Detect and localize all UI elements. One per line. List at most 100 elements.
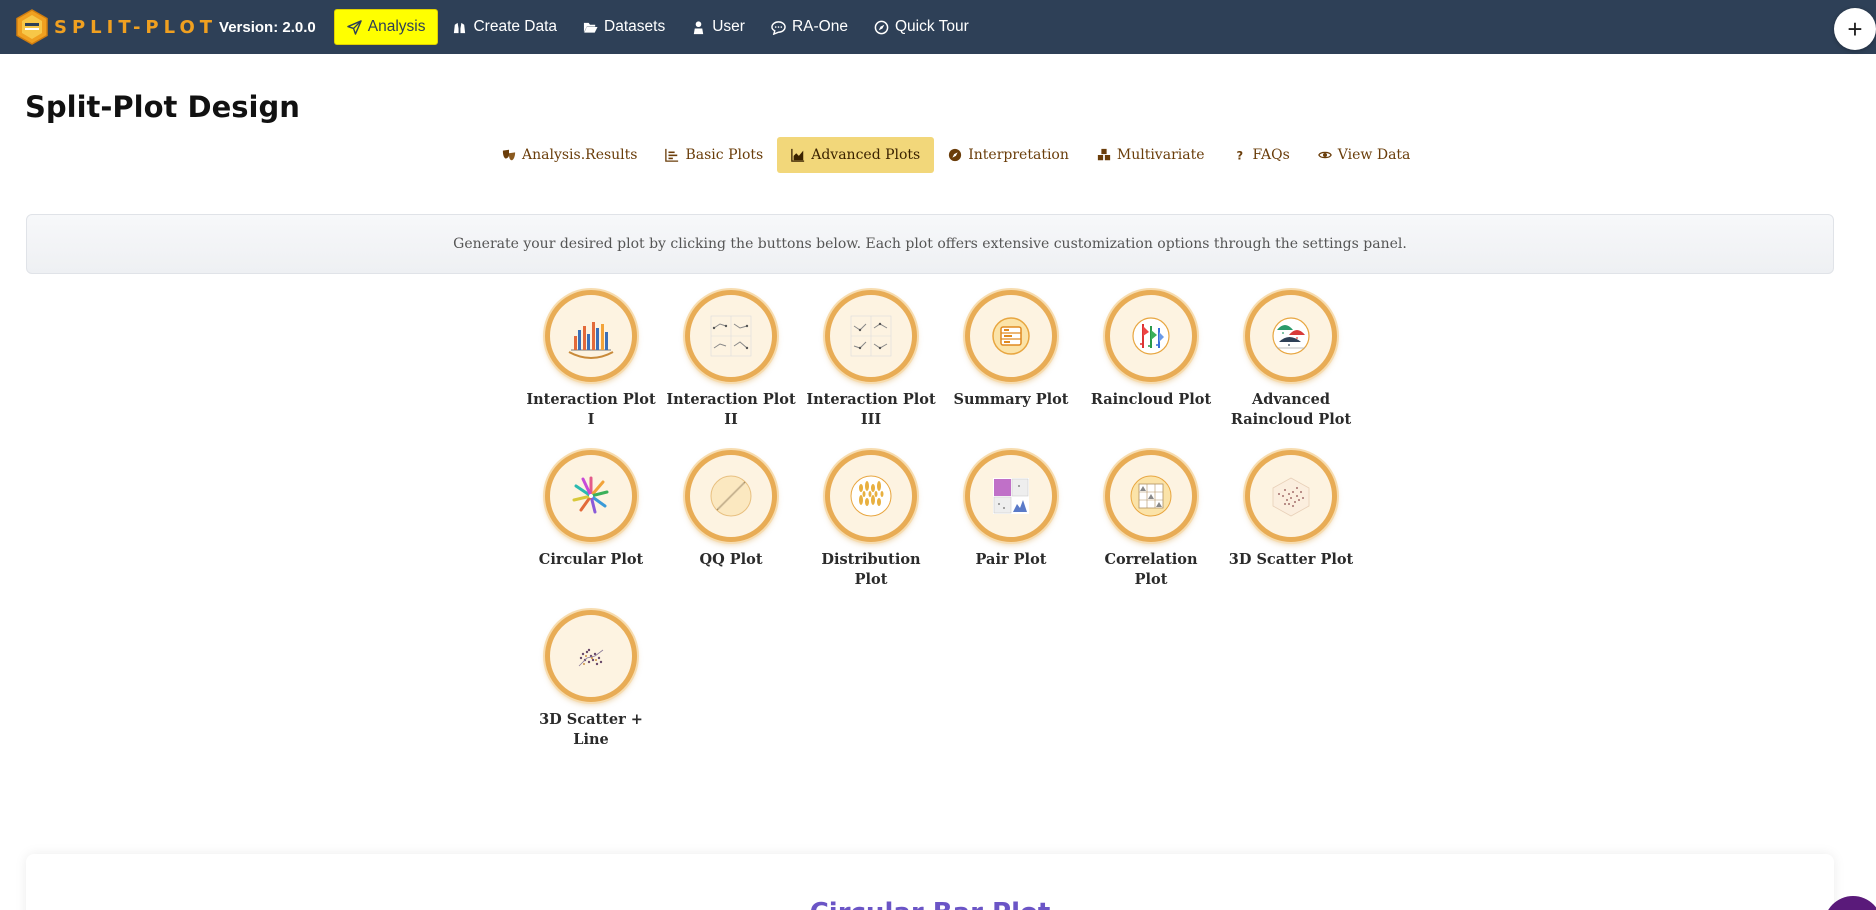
- send-icon: [346, 19, 362, 35]
- tab-interpretation[interactable]: Interpretation: [934, 137, 1083, 173]
- nav-quick-tour-label: Quick Tour: [894, 18, 969, 35]
- chat-icon: [771, 20, 786, 35]
- plot-label: Summary Plot: [953, 391, 1069, 408]
- tab-faqs[interactable]: ? FAQs: [1219, 137, 1304, 173]
- plot-button-advanced-raincloud[interactable]: Advanced Raincloud Plot: [1221, 290, 1361, 442]
- tab-interpretation-label: Interpretation: [968, 147, 1069, 163]
- add-button[interactable]: +: [1834, 8, 1876, 50]
- nav-create-data-label: Create Data: [473, 18, 558, 35]
- tab-basic-plots[interactable]: Basic Plots: [651, 137, 777, 173]
- tab-multivariate-label: Multivariate: [1116, 147, 1205, 163]
- plot-label: Distribution Plot: [821, 551, 921, 588]
- svg-text:?: ?: [1236, 148, 1243, 162]
- nav-analysis-label: Analysis: [367, 18, 426, 35]
- qq-line-icon: [710, 475, 752, 517]
- cubes-icon: [1097, 148, 1110, 161]
- pair-grid-icon: [993, 478, 1029, 514]
- area-chart-icon: [791, 148, 805, 162]
- logo-text: SPLIT-PLOT: [54, 16, 218, 38]
- interaction-bars-icon: [568, 322, 614, 359]
- plot-thumb: [545, 290, 637, 382]
- compass-icon: [949, 148, 962, 162]
- folder-open-icon: [583, 22, 598, 33]
- plot-button-3d-scatter-line[interactable]: 3D Scatter + Line: [521, 610, 661, 762]
- scatter-line-3d-icon: [578, 648, 604, 667]
- summary-table-icon: [992, 317, 1030, 355]
- version-label: Version: 2.0.0: [219, 18, 316, 36]
- circular-bars-icon: [572, 476, 609, 514]
- tab-analysis-results-label: Analysis.Results: [522, 147, 638, 163]
- nav-create-data[interactable]: Create Data: [440, 10, 569, 44]
- page-title: Split-Plot Design: [25, 90, 300, 124]
- app-logo[interactable]: SPLIT-PLOT: [14, 9, 217, 45]
- plot-button-qq[interactable]: QQ Plot: [661, 450, 801, 602]
- question-icon: ?: [1236, 148, 1243, 162]
- plot-button-raincloud[interactable]: Raincloud Plot: [1081, 290, 1221, 442]
- plot-thumb: [545, 610, 637, 702]
- plot-label: Pair Plot: [975, 551, 1047, 568]
- tab-analysis-results[interactable]: Analysis.Results: [488, 137, 651, 173]
- plot-thumb: [1245, 450, 1337, 542]
- plot-button-interaction-3[interactable]: Interaction Plot III: [801, 290, 941, 442]
- nav-user-label: User: [712, 18, 745, 35]
- distribution-icon: [850, 475, 892, 517]
- plot-button-distribution[interactable]: Distribution Plot: [801, 450, 941, 602]
- nav-datasets[interactable]: Datasets: [571, 10, 677, 44]
- plot-button-correlation[interactable]: Correlation Plot: [1081, 450, 1221, 602]
- plot-label: Advanced Raincloud Plot: [1230, 391, 1352, 428]
- tab-basic-plots-label: Basic Plots: [685, 147, 764, 163]
- plot-button-circular[interactable]: Circular Plot: [521, 450, 661, 602]
- plot-button-3d-scatter[interactable]: 3D Scatter Plot: [1221, 450, 1361, 602]
- plot-thumb: [825, 450, 917, 542]
- logo-hex-icon: [16, 9, 48, 45]
- plot-thumb: [1245, 290, 1337, 382]
- interaction-lines-icon: [710, 315, 752, 357]
- plot-label: Raincloud Plot: [1090, 391, 1212, 408]
- user-icon: [694, 20, 704, 34]
- tab-faqs-label: FAQs: [1252, 147, 1290, 163]
- plot-thumb: [965, 450, 1057, 542]
- plot-label: Interaction Plot II: [666, 391, 796, 428]
- plot-button-grid: Interaction Plot I Interaction Plot II I: [521, 290, 1361, 762]
- tab-multivariate[interactable]: Multivariate: [1083, 137, 1219, 173]
- plot-label: Interaction Plot I: [526, 391, 656, 428]
- nav-datasets-label: Datasets: [604, 18, 666, 35]
- plot-label: 3D Scatter + Line: [539, 711, 643, 748]
- plot-thumb: [1105, 450, 1197, 542]
- scatter-3d-icon: [1272, 477, 1310, 517]
- plot-thumb: [685, 290, 777, 382]
- info-text: Generate your desired plot by clicking t…: [453, 236, 1407, 252]
- raincloud-icon: [1132, 317, 1170, 355]
- plot-button-summary[interactable]: Summary Plot: [941, 290, 1081, 442]
- plot-label: Interaction Plot III: [806, 391, 936, 428]
- plot-button-interaction-1[interactable]: Interaction Plot I: [521, 290, 661, 442]
- navbar: SPLIT-PLOT Version: 2.0.0 Analysis Creat…: [0, 0, 1876, 54]
- compass-icon: [874, 20, 889, 34]
- nav-ra-one-label: RA-One: [791, 18, 848, 35]
- nav-ra-one[interactable]: RA-One: [759, 10, 860, 44]
- plot-button-pair[interactable]: Pair Plot: [941, 450, 1081, 602]
- plot-button-interaction-2[interactable]: Interaction Plot II: [661, 290, 801, 442]
- plot-thumb: [685, 450, 777, 542]
- nav-analysis[interactable]: Analysis: [333, 9, 439, 45]
- tab-view-data[interactable]: View Data: [1304, 137, 1425, 173]
- info-banner: Generate your desired plot by clicking t…: [26, 214, 1834, 274]
- tab-advanced-plots[interactable]: Advanced Plots: [777, 137, 935, 173]
- plot-thumb: [1105, 290, 1197, 382]
- correlation-grid-icon: [1130, 475, 1172, 517]
- masks-icon: [502, 149, 516, 161]
- plot-thumb: [825, 290, 917, 382]
- plot-output-card: Circular Bar Plot: [26, 854, 1834, 910]
- nav-quick-tour[interactable]: Quick Tour: [862, 10, 981, 44]
- nav-user[interactable]: User: [679, 10, 757, 44]
- plot-label: Circular Plot: [538, 551, 644, 568]
- tab-advanced-plots-label: Advanced Plots: [811, 147, 921, 163]
- tab-view-data-label: View Data: [1337, 147, 1411, 163]
- plot-tabs: Analysis.Results Basic Plots Advanced Pl…: [488, 137, 1424, 173]
- interaction-lines-icon: [850, 315, 892, 357]
- plot-label: 3D Scatter Plot: [1228, 551, 1354, 568]
- binoculars-icon: [454, 22, 466, 33]
- bar-chart-icon: [665, 148, 679, 162]
- plot-label: QQ Plot: [699, 551, 763, 568]
- plot-output-title: Circular Bar Plot: [26, 898, 1834, 910]
